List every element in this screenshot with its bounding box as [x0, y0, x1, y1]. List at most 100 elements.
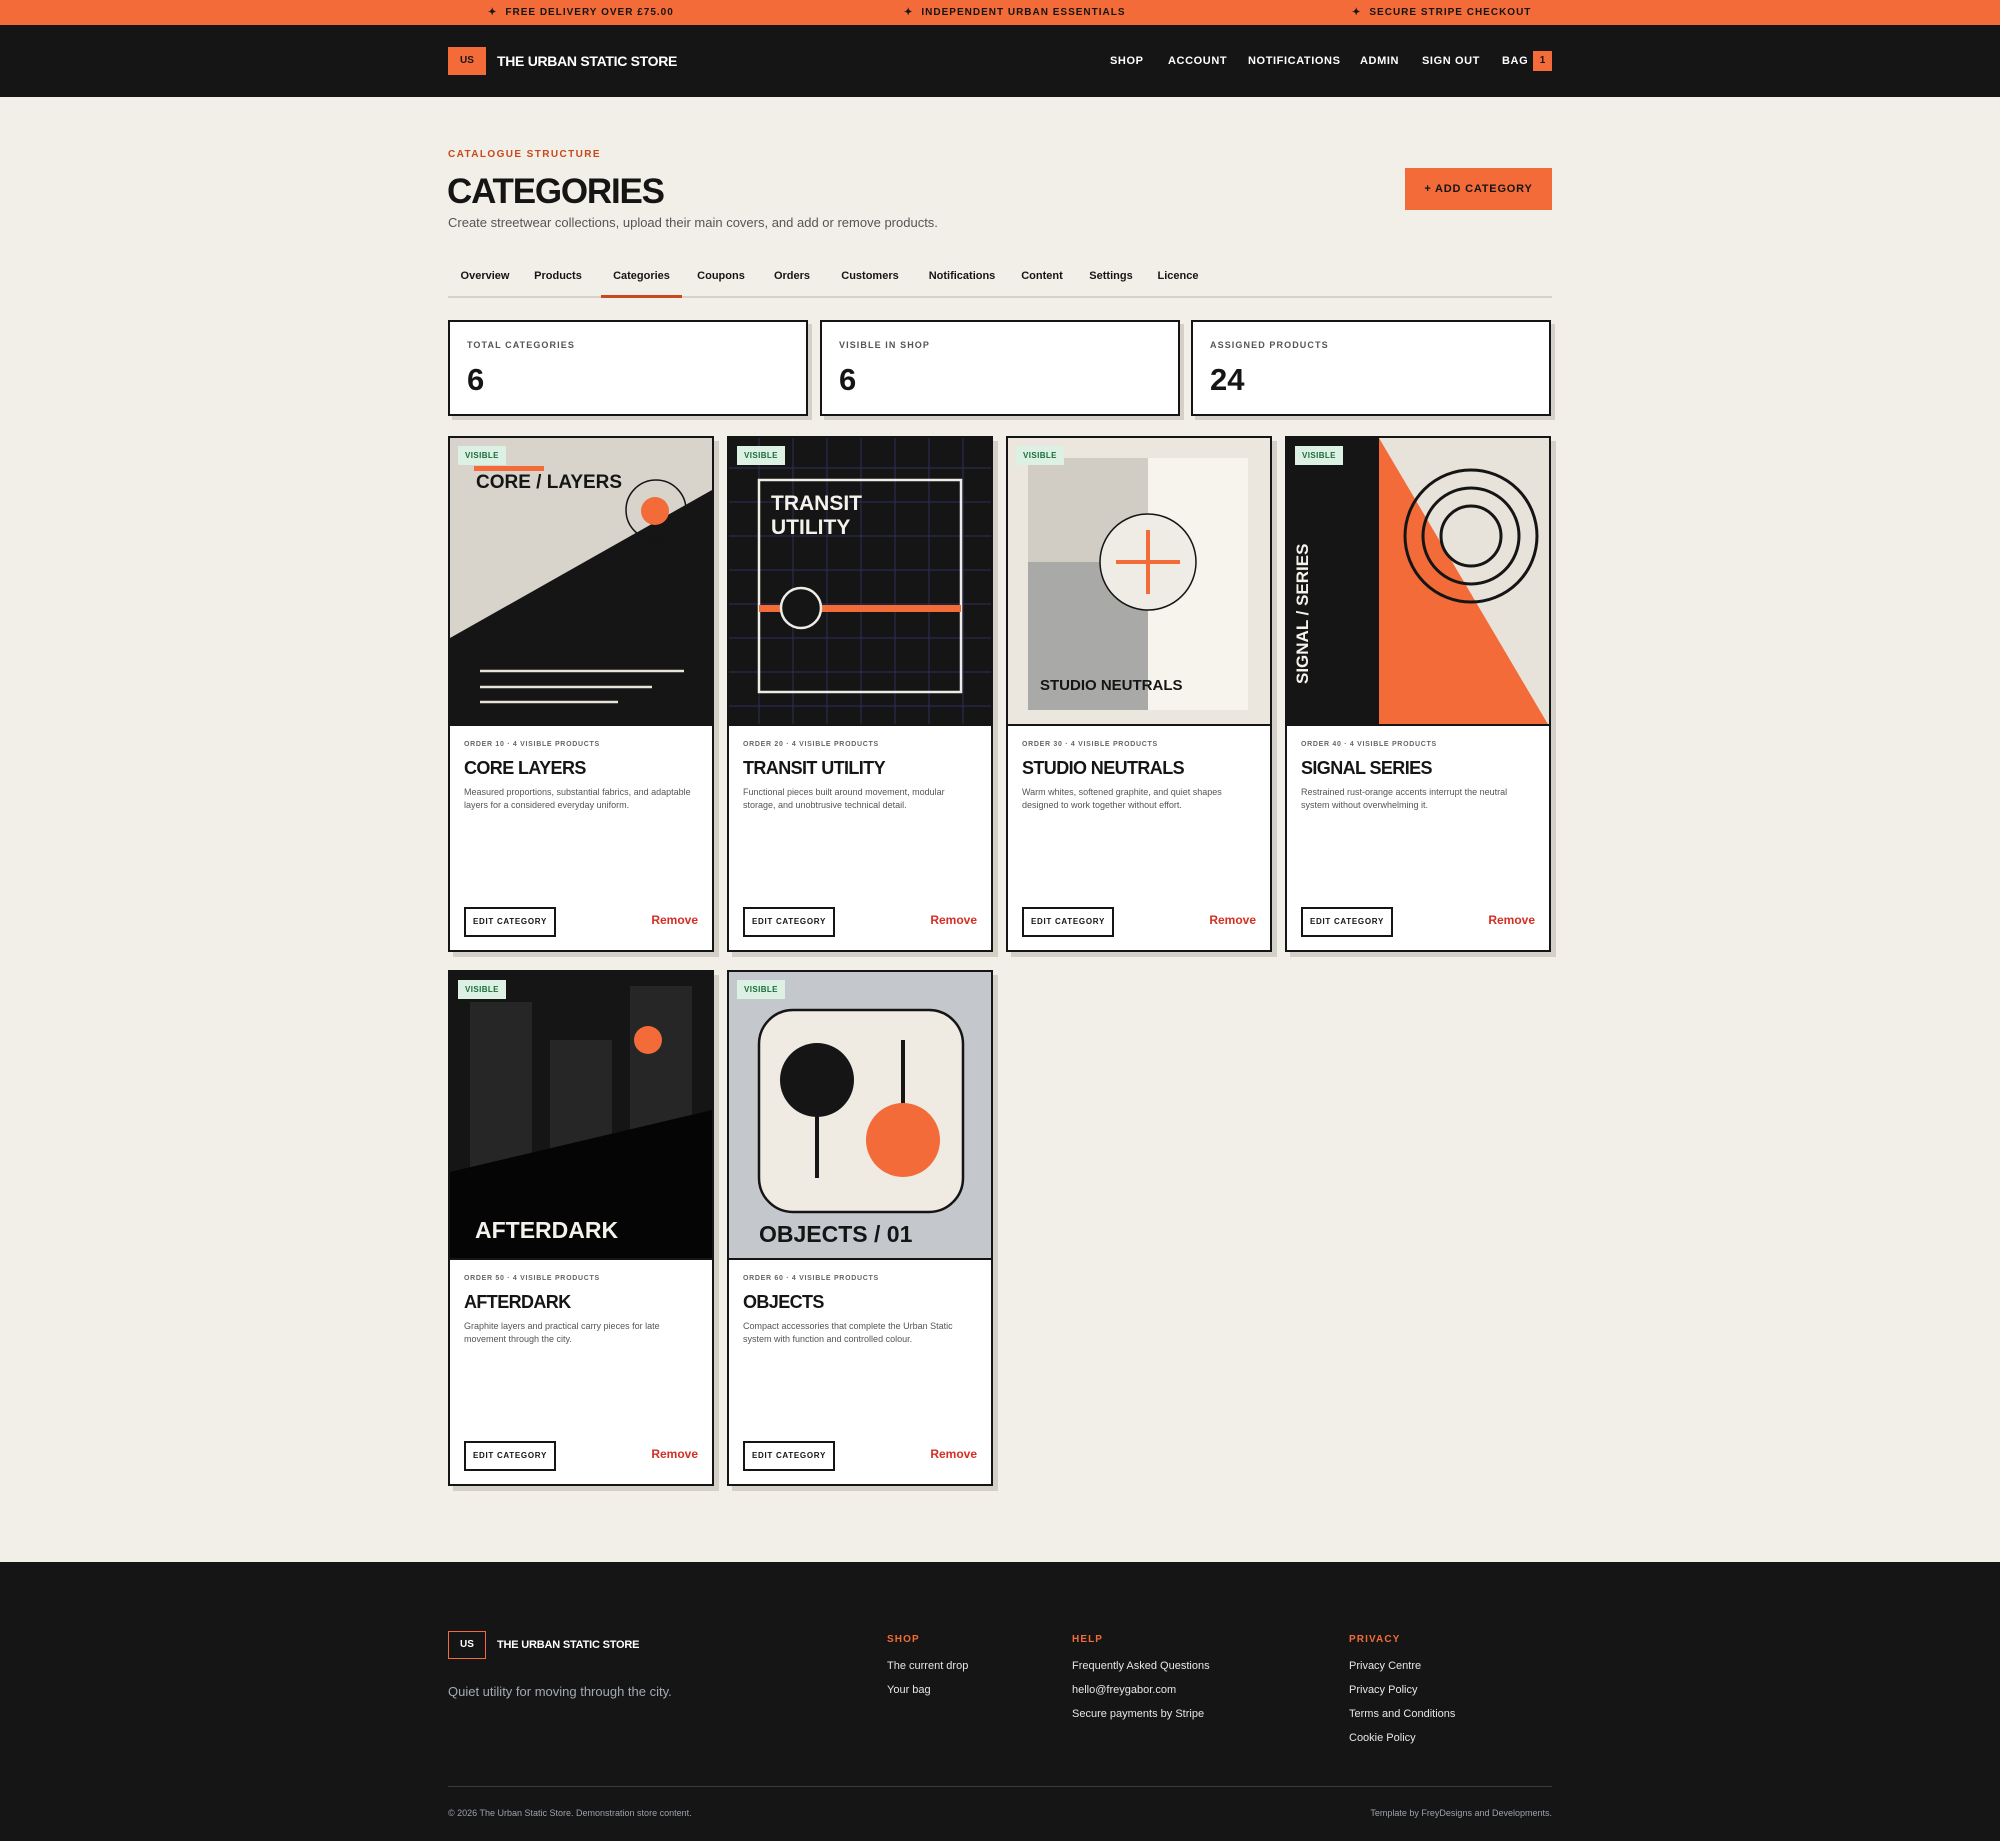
cover-art-signal-series: SIGNAL / SERIES — [1287, 438, 1549, 724]
tab-licence[interactable]: Licence — [1150, 262, 1206, 298]
tab-categories[interactable]: Categories — [601, 262, 682, 298]
tab-overview[interactable]: Overview — [448, 262, 522, 298]
footer-tagline: Quiet utility for moving through the cit… — [448, 1684, 672, 1699]
footer-heading-shop: SHOP — [887, 1634, 920, 1645]
visible-badge: VISIBLE — [458, 980, 506, 999]
admin-tabs: Overview Products Categories Coupons Ord… — [448, 262, 1552, 298]
footer-link-email[interactable]: hello@freygabor.com — [1072, 1684, 1176, 1696]
cover-art-studio-neutrals: STUDIO NEUTRALS — [1008, 438, 1270, 724]
promo-item-delivery: ✦ FREE DELIVERY OVER £75.00 — [488, 0, 674, 25]
stat-assigned-products: ASSIGNED PRODUCTS 24 — [1191, 320, 1551, 416]
footer-link-faq[interactable]: Frequently Asked Questions — [1072, 1660, 1210, 1672]
card-title: AFTERDARK — [464, 1292, 571, 1312]
footer-link-your-bag[interactable]: Your bag — [887, 1684, 931, 1696]
tab-products[interactable]: Products — [522, 262, 594, 298]
cover-title: AFTERDARK — [475, 1217, 618, 1243]
category-cover-image[interactable]: SIGNAL / SERIES VISIBLE — [1287, 438, 1549, 726]
footer-heading-privacy: PRIVACY — [1349, 1634, 1401, 1645]
card-description: Restrained rust-orange accents interrupt… — [1301, 787, 1508, 810]
category-cover-image[interactable]: STUDIO NEUTRALS VISIBLE — [1008, 438, 1270, 726]
remove-category-button[interactable]: Remove — [930, 1447, 977, 1461]
nav-shop[interactable]: SHOP — [1110, 47, 1144, 75]
edit-category-button[interactable]: EDIT CATEGORY — [464, 1441, 556, 1471]
stat-label: VISIBLE IN SHOP — [839, 340, 931, 350]
tab-orders[interactable]: Orders — [764, 262, 820, 298]
stat-value: 6 — [467, 362, 485, 397]
card-description: Warm whites, softened graphite, and quie… — [1022, 787, 1222, 810]
category-cover-image[interactable]: OBJECTS / 01 VISIBLE — [729, 972, 991, 1260]
card-meta: ORDER 60 · 4 VISIBLE PRODUCTS — [743, 1275, 879, 1282]
tab-content[interactable]: Content — [1013, 262, 1071, 298]
footer-link-privacy-policy[interactable]: Privacy Policy — [1349, 1684, 1417, 1696]
nav-sign-out[interactable]: SIGN OUT — [1422, 47, 1480, 75]
promo-text: FREE DELIVERY OVER £75.00 — [505, 7, 674, 18]
tab-customers[interactable]: Customers — [832, 262, 908, 298]
promo-item-independent: ✦ INDEPENDENT URBAN ESSENTIALS — [904, 0, 1126, 25]
remove-category-button[interactable]: Remove — [651, 1447, 698, 1461]
nav-notifications[interactable]: NOTIFICATIONS — [1248, 47, 1341, 75]
card-description: Compact accessories that complete the Ur… — [743, 1321, 953, 1344]
add-category-button[interactable]: + ADD CATEGORY — [1405, 168, 1552, 210]
card-title: CORE LAYERS — [464, 758, 586, 778]
promo-text: INDEPENDENT URBAN ESSENTIALS — [921, 7, 1126, 18]
remove-category-button[interactable]: Remove — [651, 913, 698, 927]
category-cover-image[interactable]: TRANSIT UTILITY VISIBLE — [729, 438, 991, 726]
logo-badge[interactable]: US — [448, 47, 486, 75]
footer-link-privacy-centre[interactable]: Privacy Centre — [1349, 1660, 1421, 1672]
category-cover-image[interactable]: AFTERDARK VISIBLE — [450, 972, 712, 1260]
cover-title-line-2: UTILITY — [771, 516, 850, 539]
nav-admin[interactable]: ADMIN — [1360, 47, 1399, 75]
edit-category-button[interactable]: EDIT CATEGORY — [464, 907, 556, 937]
category-card-afterdark: AFTERDARK VISIBLE ORDER 50 · 4 VISIBLE P… — [448, 970, 714, 1486]
remove-category-button[interactable]: Remove — [1209, 913, 1256, 927]
visible-badge: VISIBLE — [1295, 446, 1343, 465]
footer-link-stripe[interactable]: Secure payments by Stripe — [1072, 1708, 1204, 1720]
category-card-signal-series: SIGNAL / SERIES VISIBLE ORDER 40 · 4 VIS… — [1285, 436, 1551, 952]
cover-title: SIGNAL / SERIES — [1293, 544, 1312, 684]
card-description: Measured proportions, substantial fabric… — [464, 787, 691, 810]
nav-bag[interactable]: BAG — [1502, 47, 1528, 75]
tab-settings[interactable]: Settings — [1081, 262, 1141, 298]
footer-link-cookie-policy[interactable]: Cookie Policy — [1349, 1732, 1416, 1744]
footer-link-terms[interactable]: Terms and Conditions — [1349, 1708, 1455, 1720]
cover-art-core-layers: CORE / LAYERS — [450, 438, 712, 724]
cover-art-objects: OBJECTS / 01 — [729, 972, 991, 1258]
card-meta: ORDER 20 · 4 VISIBLE PRODUCTS — [743, 741, 879, 748]
footer-store-name[interactable]: THE URBAN STATIC STORE — [497, 1631, 639, 1659]
footer-link-current-drop[interactable]: The current drop — [887, 1660, 968, 1672]
cover-title: CORE / LAYERS — [476, 472, 622, 493]
card-description: Functional pieces built around movement,… — [743, 787, 945, 810]
category-card-core-layers: CORE / LAYERS VISIBLE ORDER 10 · 4 VISIB… — [448, 436, 714, 952]
footer-divider — [448, 1786, 1552, 1787]
card-title: TRANSIT UTILITY — [743, 758, 886, 778]
edit-category-button[interactable]: EDIT CATEGORY — [1022, 907, 1114, 937]
stat-value: 24 — [1210, 362, 1245, 397]
stat-total-categories: TOTAL CATEGORIES 6 — [448, 320, 808, 416]
edit-category-button[interactable]: EDIT CATEGORY — [1301, 907, 1393, 937]
stat-value: 6 — [839, 362, 857, 397]
cover-art-transit-utility: TRANSIT UTILITY — [729, 438, 991, 724]
footer-credit[interactable]: Template by FreyDesigns and Developments… — [1370, 1808, 1552, 1818]
stat-label: ASSIGNED PRODUCTS — [1210, 340, 1329, 350]
card-title: STUDIO NEUTRALS — [1022, 758, 1185, 778]
card-title: OBJECTS — [743, 1292, 824, 1312]
category-card-objects: OBJECTS / 01 VISIBLE ORDER 60 · 4 VISIBL… — [727, 970, 993, 1486]
footer-logo-badge[interactable]: US — [448, 1631, 486, 1659]
tab-coupons[interactable]: Coupons — [689, 262, 753, 298]
stat-label: TOTAL CATEGORIES — [467, 340, 575, 350]
page-eyebrow: CATALOGUE STRUCTURE — [448, 149, 601, 160]
nav-account[interactable]: ACCOUNT — [1168, 47, 1227, 75]
bag-count-badge[interactable]: 1 — [1533, 51, 1552, 71]
promo-item-checkout: ✦ SECURE STRIPE CHECKOUT — [1352, 0, 1531, 25]
tab-notifications[interactable]: Notifications — [920, 262, 1004, 298]
footer-heading-help: HELP — [1072, 1634, 1104, 1645]
edit-category-button[interactable]: EDIT CATEGORY — [743, 1441, 835, 1471]
visible-badge: VISIBLE — [458, 446, 506, 465]
remove-category-button[interactable]: Remove — [930, 913, 977, 927]
store-name[interactable]: THE URBAN STATIC STORE — [497, 47, 677, 75]
remove-category-button[interactable]: Remove — [1488, 913, 1535, 927]
card-description: Graphite layers and practical carry piec… — [464, 1321, 660, 1344]
cover-title-line-1: TRANSIT — [771, 492, 862, 515]
category-cover-image[interactable]: CORE / LAYERS VISIBLE — [450, 438, 712, 726]
edit-category-button[interactable]: EDIT CATEGORY — [743, 907, 835, 937]
